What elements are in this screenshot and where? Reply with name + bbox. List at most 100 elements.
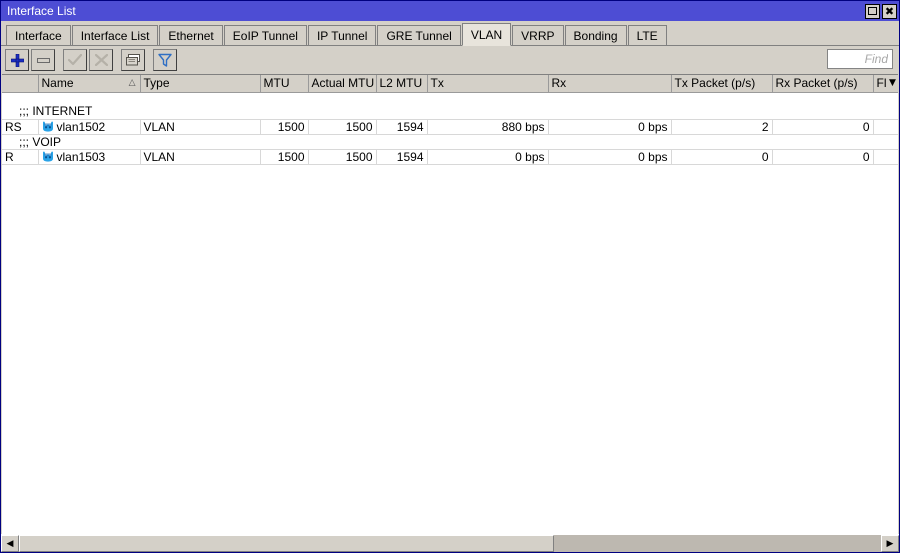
minus-icon (37, 56, 50, 65)
column-header-tx[interactable]: Tx (427, 75, 548, 92)
arrow-left-icon: ◀ (7, 539, 14, 549)
cell-flags: RS (2, 119, 38, 134)
tab-label: GRE Tunnel (386, 29, 451, 43)
vlan-interface-icon (42, 121, 54, 132)
table-body: ;;; INTERNET RS vlan1502 (2, 92, 898, 164)
cell-fl (873, 119, 898, 134)
cell-tx: 880 bps (427, 119, 548, 134)
comment-text: ;;; INTERNET (5, 104, 92, 118)
tab-vrrp[interactable]: VRRP (512, 25, 563, 45)
table-row[interactable]: R vlan1503 VLAN 1500 (2, 149, 898, 164)
column-header-fl[interactable]: Fl ▼ (873, 75, 898, 92)
column-label: Actual MTU (312, 76, 375, 90)
cell-rx: 0 bps (548, 149, 671, 164)
column-header-type[interactable]: Type (140, 75, 260, 92)
table-row[interactable]: RS vlan1502 VLAN 150 (2, 119, 898, 134)
scroll-left-button[interactable]: ◀ (1, 535, 19, 552)
horizontal-scrollbar[interactable]: ◀ ▶ (1, 534, 899, 552)
tab-label: Interface (15, 29, 62, 43)
enable-button[interactable] (63, 49, 87, 71)
tab-label: VRRP (521, 29, 554, 43)
cell-type: VLAN (140, 149, 260, 164)
tab-interface[interactable]: Interface (6, 25, 71, 45)
cell-mtu: 1500 (260, 149, 308, 164)
scroll-right-button[interactable]: ▶ (881, 535, 899, 552)
tab-eoip-tunnel[interactable]: EoIP Tunnel (224, 25, 307, 45)
check-icon (68, 54, 82, 66)
interface-name: vlan1503 (57, 150, 106, 164)
remove-button[interactable] (31, 49, 55, 71)
vlan-table-area: Name △ Type MTU Actual MTU L2 MTU Tx Rx … (2, 74, 898, 534)
tab-label: IP Tunnel (317, 29, 367, 43)
cell-name: vlan1502 (38, 119, 140, 134)
comment-row[interactable]: ;;; VOIP (2, 134, 898, 149)
column-header-tx-packet[interactable]: Tx Packet (p/s) (671, 75, 772, 92)
interface-name: vlan1502 (57, 120, 106, 134)
cell-actual-mtu: 1500 (308, 119, 376, 134)
tab-ip-tunnel[interactable]: IP Tunnel (308, 25, 376, 45)
plus-icon (11, 54, 24, 67)
title-bar[interactable]: Interface List ✖ (1, 1, 899, 21)
vlan-interface-icon (42, 151, 54, 162)
scrollbar-track[interactable] (19, 535, 881, 552)
cell-l2-mtu: 1594 (376, 119, 427, 134)
column-header-rx-packet[interactable]: Rx Packet (p/s) (772, 75, 873, 92)
column-header-flags[interactable] (2, 75, 38, 92)
funnel-icon (158, 53, 172, 67)
cell-actual-mtu: 1500 (308, 149, 376, 164)
cell-rx-packet: 0 (772, 119, 873, 134)
disable-button[interactable] (89, 49, 113, 71)
tab-label: Bonding (574, 29, 618, 43)
tab-label: Ethernet (168, 29, 213, 43)
comment-cell: ;;; VOIP (2, 134, 898, 149)
tab-vlan[interactable]: VLAN (462, 23, 511, 46)
find-input[interactable] (827, 49, 893, 69)
cross-icon (95, 54, 108, 66)
toolbar (1, 46, 899, 74)
column-label: Tx (431, 76, 444, 90)
column-label: L2 MTU (380, 76, 423, 90)
tab-bonding[interactable]: Bonding (565, 25, 627, 45)
sort-ascending-icon: △ (129, 78, 136, 88)
filter-button[interactable] (153, 49, 177, 71)
comment-icon (126, 54, 141, 66)
close-icon: ✖ (885, 6, 894, 17)
cell-rx: 0 bps (548, 119, 671, 134)
spacer-row (2, 92, 898, 104)
window-title: Interface List (7, 1, 76, 21)
tab-gre-tunnel[interactable]: GRE Tunnel (377, 25, 460, 45)
cell-rx-packet: 0 (772, 149, 873, 164)
table-header-row: Name △ Type MTU Actual MTU L2 MTU Tx Rx … (2, 75, 898, 92)
column-label: Rx (552, 76, 567, 90)
interface-list-window: Interface List ✖ Interface Interface Lis… (0, 0, 900, 553)
column-label: Name (42, 76, 74, 90)
cell-name: vlan1503 (38, 149, 140, 164)
tab-interface-list[interactable]: Interface List (72, 25, 159, 45)
maximize-button[interactable] (865, 4, 880, 19)
add-button[interactable] (5, 49, 29, 71)
comment-cell: ;;; INTERNET (2, 104, 898, 119)
cell-tx: 0 bps (427, 149, 548, 164)
column-header-name[interactable]: Name △ (38, 75, 140, 92)
column-header-mtu[interactable]: MTU (260, 75, 308, 92)
column-label: Type (144, 76, 170, 90)
column-label: MTU (264, 76, 290, 90)
column-chooser-icon[interactable]: ▼ (886, 75, 899, 91)
column-header-rx[interactable]: Rx (548, 75, 671, 92)
close-button[interactable]: ✖ (882, 4, 897, 19)
tab-ethernet[interactable]: Ethernet (159, 25, 222, 45)
cell-type: VLAN (140, 119, 260, 134)
find-field-wrapper (827, 49, 893, 69)
column-label: Tx Packet (p/s) (675, 76, 756, 90)
tab-label: Interface List (81, 29, 150, 43)
column-header-actual-mtu[interactable]: Actual MTU (308, 75, 376, 92)
tab-label: EoIP Tunnel (233, 29, 298, 43)
scrollbar-thumb[interactable] (19, 535, 554, 552)
comment-text: ;;; VOIP (5, 135, 61, 149)
comment-button[interactable] (121, 49, 145, 71)
column-header-l2-mtu[interactable]: L2 MTU (376, 75, 427, 92)
maximize-icon (868, 7, 877, 15)
tab-lte[interactable]: LTE (628, 25, 667, 45)
cell-flags: R (2, 149, 38, 164)
comment-row[interactable]: ;;; INTERNET (2, 104, 898, 119)
